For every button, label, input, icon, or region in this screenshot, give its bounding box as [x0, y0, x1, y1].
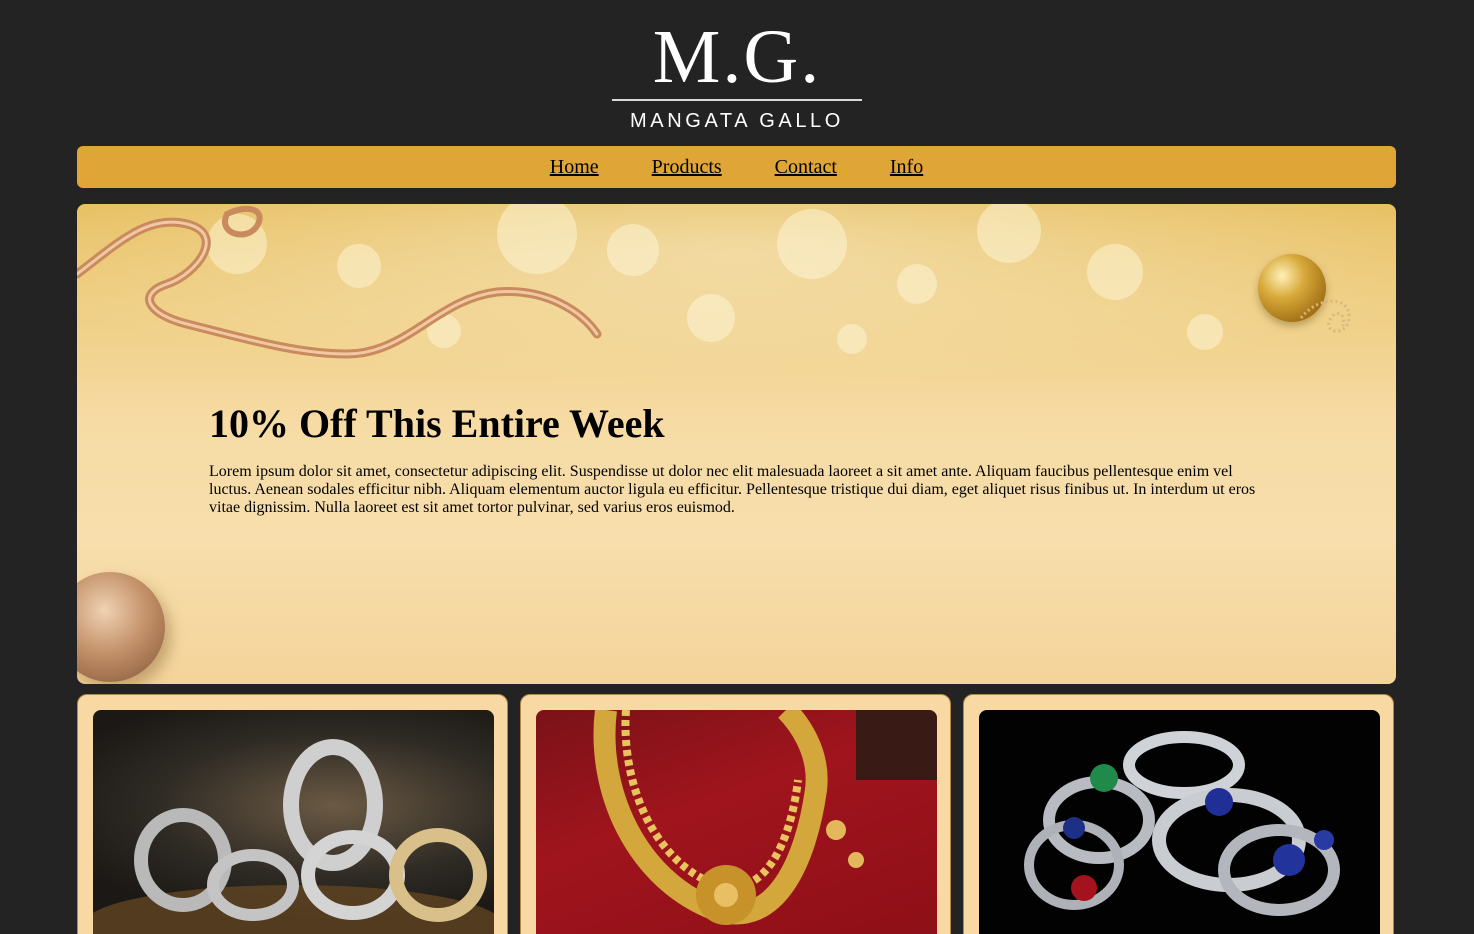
rings-illustration	[93, 739, 494, 934]
bokeh-light	[977, 204, 1041, 263]
gem-rings-illustration	[1024, 731, 1340, 916]
logo-subtitle: MANGATA GALLO	[630, 110, 844, 132]
product-image-necklace[interactable]	[536, 710, 937, 934]
logo-divider	[612, 99, 862, 101]
bokeh-light	[897, 264, 937, 304]
nav-link-products[interactable]: Products	[652, 156, 722, 179]
ribbon-decoration	[77, 205, 602, 359]
site-logo[interactable]: M.G. MANGATA GALLO	[612, 15, 862, 134]
logo-mark: M.G.	[652, 15, 822, 99]
product-card[interactable]	[77, 694, 508, 934]
bead-chain-decoration	[1299, 299, 1351, 333]
bokeh-light	[837, 324, 867, 354]
bokeh-light	[1087, 244, 1143, 300]
bokeh-light	[1187, 314, 1223, 350]
promo-text: Lorem ipsum dolor sit amet, consectetur …	[209, 463, 1256, 516]
main-nav: Home Products Contact Info	[77, 146, 1396, 188]
necklace-illustration	[593, 710, 937, 925]
product-card[interactable]	[963, 694, 1394, 934]
product-card[interactable]	[520, 694, 951, 934]
product-image-rings[interactable]	[93, 710, 494, 934]
promo-banner: 10% Off This Entire Week Lorem ipsum dol…	[77, 204, 1396, 684]
copper-bauble	[77, 572, 165, 682]
nav-link-home[interactable]: Home	[550, 156, 599, 179]
bokeh-light	[687, 294, 735, 342]
product-image-gem-rings[interactable]	[979, 710, 1380, 934]
nav-link-contact[interactable]: Contact	[775, 156, 837, 179]
nav-link-info[interactable]: Info	[890, 156, 923, 179]
promo-title: 10% Off This Entire Week	[209, 401, 665, 446]
bokeh-light	[777, 209, 847, 279]
